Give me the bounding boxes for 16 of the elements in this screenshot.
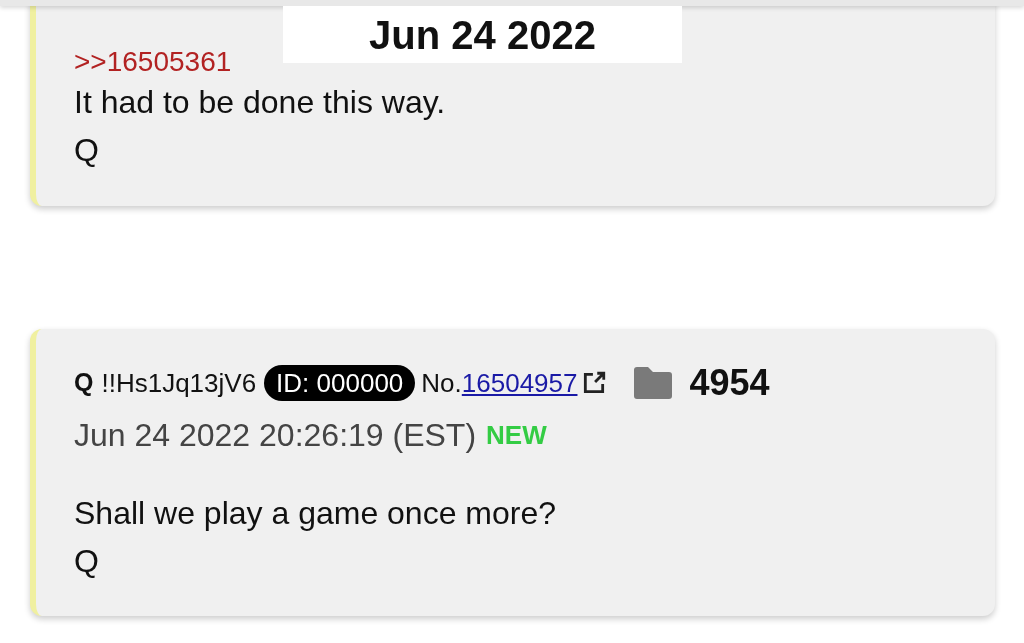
timestamp: Jun 24 2022 20:26:19 (EST) [74,416,477,455]
post-number-link[interactable]: 16504957 [461,363,578,403]
poster-name: Q [74,367,94,399]
id-badge: ID: 000000 [264,365,416,401]
post-text: Q [74,542,100,581]
post-text: Shall we play a game once more? [74,494,558,533]
reply-link[interactable]: >>16505361 [74,46,232,78]
external-link-icon[interactable] [581,370,608,396]
post-text: Q [74,131,100,170]
date-banner: Jun 24 2022 [283,6,682,63]
post-text: It had to be done this way. [74,83,447,122]
tripcode: !!Hs1Jq13jV6 [101,366,257,400]
post-number-label: No. [421,366,462,400]
post-count: 4954 [689,361,770,405]
folder-icon[interactable] [632,366,675,400]
new-label: NEW [486,418,547,452]
